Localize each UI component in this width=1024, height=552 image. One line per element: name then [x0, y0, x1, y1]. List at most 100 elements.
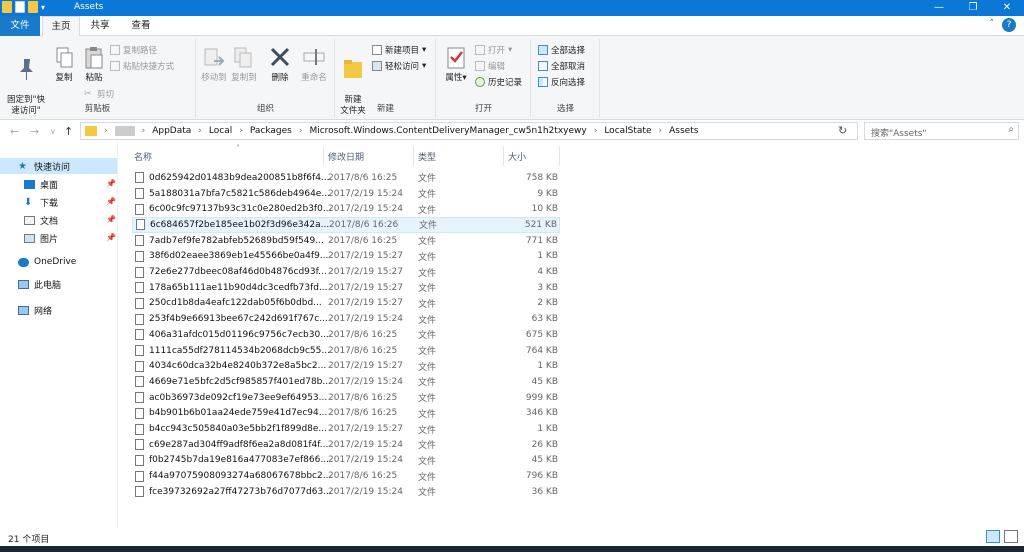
- minimize-button[interactable]: —: [922, 0, 956, 16]
- close-button[interactable]: ✕: [990, 0, 1024, 16]
- breadcrumb-segment[interactable]: Assets: [669, 126, 698, 136]
- nav-item-pictures[interactable]: 图片 📌: [0, 230, 117, 246]
- file-date: 2017/2/19 15:24: [328, 188, 403, 199]
- properties-button[interactable]: 属性▾: [441, 45, 471, 84]
- breadcrumb-segment[interactable]: Packages: [250, 126, 292, 136]
- cut-button[interactable]: ✂ 剪切: [84, 87, 114, 101]
- breadcrumb[interactable]: › › AppData › Local › Packages › Microsoft.…: [80, 122, 858, 140]
- table-row[interactable]: c69e287ad304ff9adf8f6ea2a8d081f4f... 2017…: [132, 437, 560, 453]
- table-row[interactable]: 6c00c9fc97137b93c31c0e280ed2b3f0... 2017/…: [132, 201, 560, 217]
- copy-path-button[interactable]: 复制路径: [110, 43, 157, 57]
- invert-selection-button[interactable]: 反向选择: [538, 75, 585, 89]
- file-date: 2017/8/6 16:25: [328, 408, 398, 419]
- table-row[interactable]: b4b901b6b01aa24ede759e41d7ec94... 2017/8/…: [132, 406, 560, 422]
- new-item-button[interactable]: 新建项目 ▾: [372, 43, 426, 57]
- delete-button[interactable]: 删除: [267, 45, 293, 84]
- table-row[interactable]: 406a31afdc015d01196c9756c7ecb30... 2017/8…: [132, 327, 560, 343]
- table-row[interactable]: 178a65b111ae11b90d4dc3cedfb73fd... 2017/2…: [132, 280, 560, 296]
- large-icons-view-icon[interactable]: [1004, 530, 1018, 543]
- breadcrumb-segment[interactable]: Microsoft.Windows.ContentDeliveryManager…: [309, 126, 586, 136]
- details-view-icon[interactable]: [986, 530, 1000, 543]
- rename-button[interactable]: 重命名: [297, 45, 331, 84]
- open-button[interactable]: 打开 ▾: [475, 43, 512, 57]
- nav-item-this-pc[interactable]: 此电脑: [0, 276, 61, 292]
- file-icon: [135, 360, 144, 372]
- table-row[interactable]: f44a97075908093274a68067678bbc2... 2017/8…: [132, 468, 560, 484]
- table-row[interactable]: b4cc943c505840a03e5bb2f1f899d8e... 2017/2…: [132, 421, 560, 437]
- file-type: 文件: [418, 237, 437, 248]
- table-row[interactable]: 7adb7ef9fe782abfeb52689bd59f549... 2017/8…: [132, 233, 560, 249]
- back-arrow-icon[interactable]: ←: [10, 125, 19, 138]
- properties-check-icon[interactable]: [15, 1, 25, 13]
- table-row[interactable]: ac0b36973de092cf19e73ee9ef64953... 2017/8…: [132, 390, 560, 406]
- file-date: 2017/8/6 16:25: [328, 471, 398, 482]
- file-date: 2017/8/6 16:25: [328, 392, 398, 403]
- nav-item-desktop[interactable]: 桌面 📌: [0, 176, 117, 192]
- tab-share[interactable]: 共享: [82, 16, 118, 36]
- properties-icon: [444, 45, 468, 71]
- file-name: b4b901b6b01aa24ede759e41d7ec94...: [149, 408, 328, 419]
- column-header-size[interactable]: 大小: [504, 146, 560, 166]
- file-name: fce39732692a27ff47273b76d7077d63...: [149, 486, 332, 497]
- table-row[interactable]: f0b2745b7da19e816a477083e7ef866... 2017/2…: [132, 453, 560, 469]
- nav-item-quick-access[interactable]: ★ 快速访问: [0, 158, 117, 174]
- breadcrumb-segment[interactable]: Local: [209, 126, 232, 136]
- paste-button[interactable]: 粘贴: [80, 45, 108, 84]
- column-header-name[interactable]: 名称 ˄: [132, 144, 324, 166]
- copy-button[interactable]: 复制: [50, 45, 78, 84]
- file-name: 4034c60dca32b4e8240b372e8a5bc2...: [149, 361, 327, 372]
- table-row[interactable]: 4669e71e5bfc2d5cf985857f401ed78b... 2017/…: [132, 374, 560, 390]
- ribbon-collapse-icon[interactable]: ˄: [990, 19, 995, 29]
- refresh-icon[interactable]: ↻: [838, 124, 847, 137]
- nav-item-documents[interactable]: 文档 📌: [0, 212, 117, 228]
- move-to-button[interactable]: 移动到: [199, 45, 229, 84]
- star-icon: ★: [18, 160, 27, 172]
- tab-home[interactable]: 主页: [42, 16, 80, 37]
- open-group: 属性▾ 打开 ▾ 编辑 历史记录 打开: [437, 39, 531, 117]
- tab-file[interactable]: 文件: [0, 16, 40, 36]
- recent-dropdown-icon[interactable]: ∨: [50, 127, 56, 136]
- edit-button[interactable]: 编辑: [475, 59, 505, 73]
- table-row[interactable]: 250cd1b8da4eafc122dab05f6b0dbd... 2017/2/…: [132, 296, 560, 312]
- history-button[interactable]: 历史记录: [475, 75, 522, 89]
- file-name: 5a188031a7bfa7c5821c586deb4964e...: [149, 188, 330, 199]
- column-header-type[interactable]: 类型: [414, 146, 504, 166]
- table-row[interactable]: fce39732692a27ff47273b76d7077d63... 2017/…: [132, 484, 560, 500]
- copy-to-button[interactable]: 复制到: [229, 45, 259, 84]
- file-icon: [135, 329, 144, 341]
- file-icon: [135, 297, 144, 309]
- select-none-button[interactable]: 全部取消: [538, 59, 585, 73]
- search-input[interactable]: 搜索"Assets" ⌕: [864, 122, 1019, 140]
- file-name: 6c00c9fc97137b93c31c0e280ed2b3f0...: [149, 204, 332, 215]
- customize-dropdown-icon[interactable]: ▾: [41, 3, 45, 12]
- table-row[interactable]: 1111ca55df278114534b2068dcb9c55... 2017/8…: [132, 343, 560, 359]
- table-row[interactable]: 4034c60dca32b4e8240b372e8a5bc2... 2017/2/…: [132, 358, 560, 374]
- table-row[interactable]: 0d625942d01483b9dea200851b8f6f4... 2017/8…: [132, 170, 560, 186]
- forward-arrow-icon[interactable]: →: [30, 125, 39, 138]
- tab-view[interactable]: 查看: [120, 16, 162, 36]
- paste-shortcut-button[interactable]: 粘贴快捷方式: [110, 59, 174, 73]
- maximize-button[interactable]: ❐: [956, 0, 990, 16]
- select-all-button[interactable]: 全部选择: [538, 43, 585, 57]
- table-row[interactable]: 253f4b9e66913bee67c242d691f767c... 2017/2…: [132, 311, 560, 327]
- breadcrumb-segment[interactable]: AppData: [152, 126, 191, 136]
- new-folder-icon[interactable]: [28, 1, 38, 13]
- file-size: 2 KB: [537, 298, 558, 309]
- easy-access-button[interactable]: 轻松访问 ▾: [372, 59, 426, 73]
- breadcrumb-segment[interactable]: LocalState: [604, 126, 651, 136]
- new-item-icon: [372, 45, 382, 55]
- table-row[interactable]: 6c684657f2be185ee1b02f3d96e342a... 2017/8…: [132, 217, 560, 233]
- table-row[interactable]: 72e6e277dbeec08af46d0b4876cd93f... 2017/2…: [132, 264, 560, 280]
- nav-item-onedrive[interactable]: OneDrive: [0, 254, 76, 270]
- window-title: Assets: [74, 2, 104, 12]
- help-icon[interactable]: ?: [1002, 18, 1016, 32]
- column-header-date[interactable]: 修改日期: [324, 146, 414, 166]
- new-folder-icon: [341, 56, 365, 82]
- nav-item-downloads[interactable]: ⬇ 下载 📌: [0, 194, 117, 210]
- nav-item-network[interactable]: 网络: [0, 302, 52, 318]
- file-name: 1111ca55df278114534b2068dcb9c55...: [149, 345, 330, 356]
- table-row[interactable]: 5a188031a7bfa7c5821c586deb4964e... 2017/2…: [132, 186, 560, 202]
- file-type: 文件: [418, 315, 437, 326]
- table-row[interactable]: 38f6d02eaee3869eb1e45566be0a4f9... 2017/2…: [132, 249, 560, 265]
- up-arrow-icon[interactable]: ↑: [64, 125, 73, 138]
